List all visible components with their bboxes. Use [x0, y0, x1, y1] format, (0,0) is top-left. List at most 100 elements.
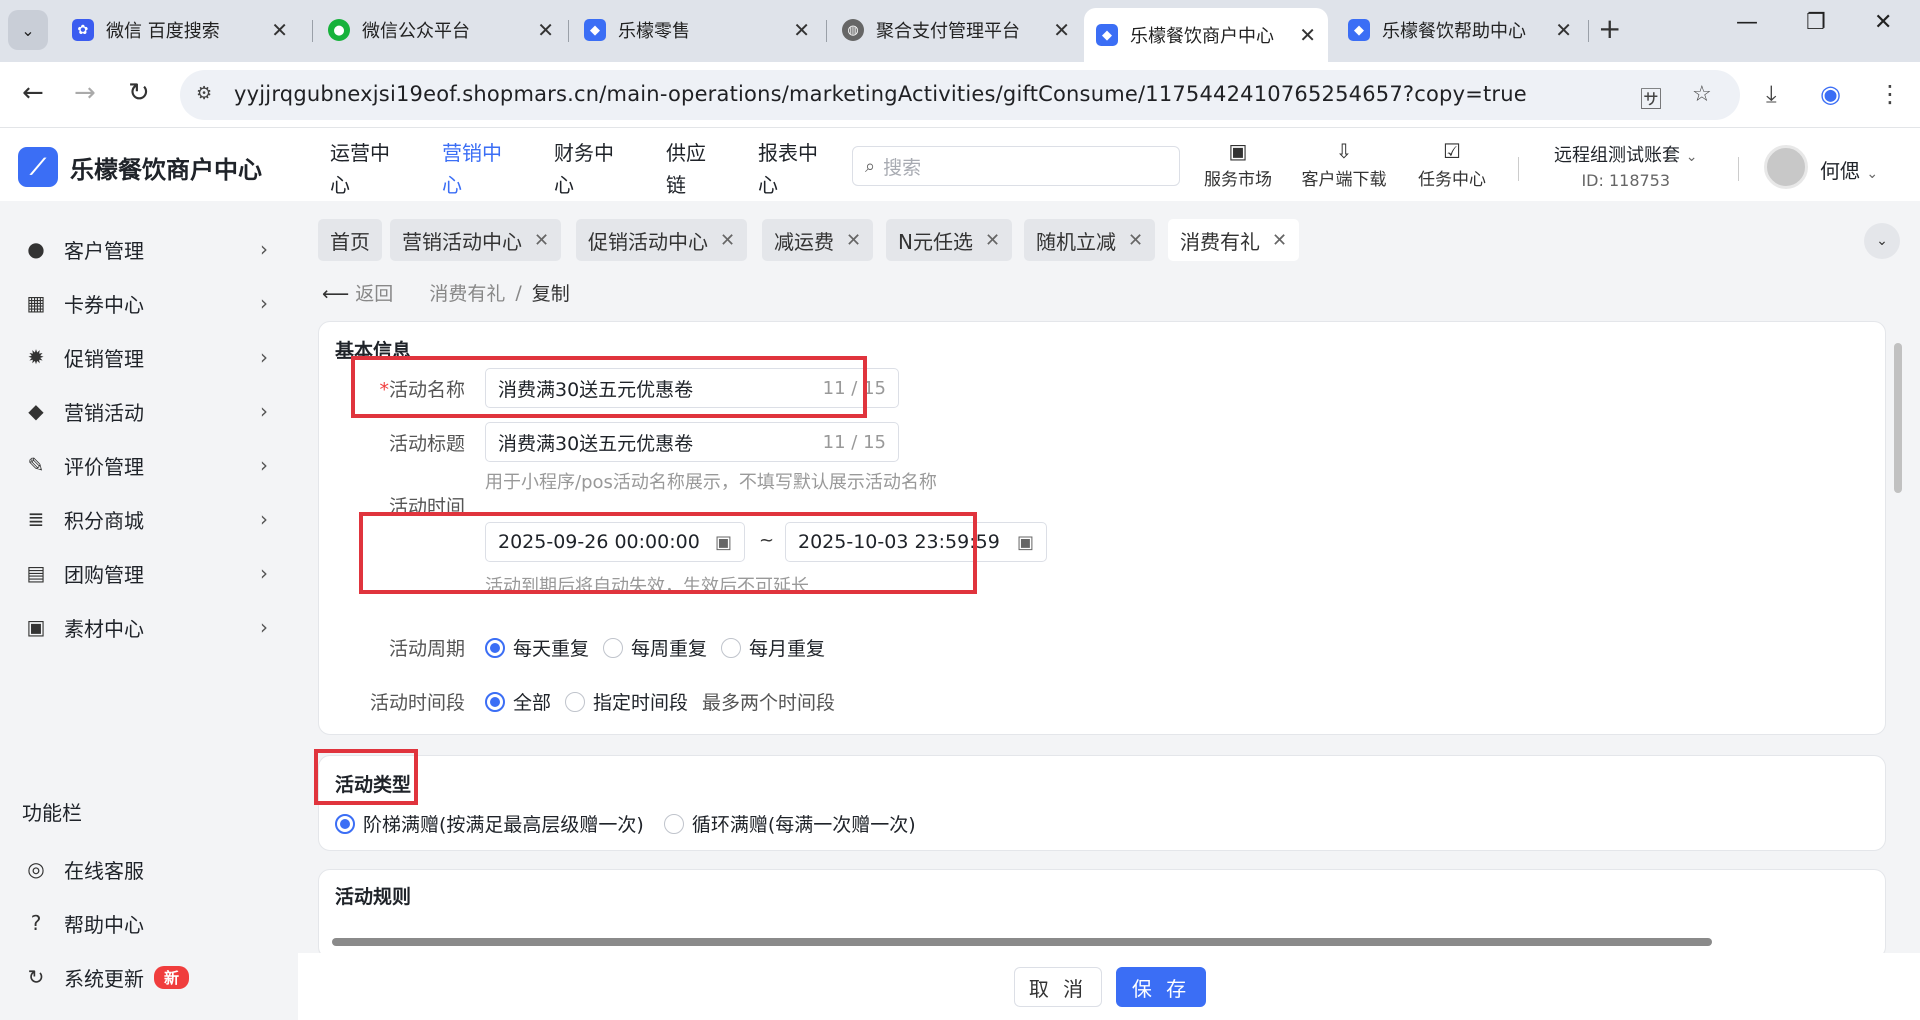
- browser-tab-strip: ⌄ ✿ 微信 百度搜索 ✕ ● 微信公众平台 ✕ ◆ 乐檬零售 ✕ ◍ 聚合支付…: [0, 0, 1920, 62]
- client-download-button[interactable]: ⇩ 客户端下载: [1296, 139, 1392, 190]
- back-icon[interactable]: ←: [22, 78, 44, 108]
- horizontal-scrollbar[interactable]: [318, 935, 1890, 949]
- browser-tab[interactable]: ● 微信公众平台 ✕: [316, 10, 566, 50]
- tabs-dropdown-icon[interactable]: ⌄: [1864, 223, 1900, 259]
- user-menu[interactable]: 何偲 ⌄: [1820, 155, 1878, 184]
- browser-tab[interactable]: ◆ 乐檬餐饮帮助中心 ✕: [1336, 10, 1584, 50]
- browser-tab[interactable]: ✿ 微信 百度搜索 ✕: [60, 10, 300, 50]
- sidebar-item-help[interactable]: ? 帮助中心: [0, 901, 298, 945]
- close-icon[interactable]: ✕: [846, 230, 861, 251]
- menu-dots-icon[interactable]: ⋮: [1878, 80, 1902, 108]
- help-icon: ?: [30, 911, 42, 935]
- chevron-right-icon: ›: [260, 237, 268, 261]
- function-bar-label: 功能栏: [22, 801, 82, 825]
- address-bar[interactable]: ⚙ yyjjrqgubnexjsi19eof.shopmars.cn/main-…: [180, 70, 1740, 120]
- close-icon[interactable]: ✕: [1128, 230, 1143, 251]
- sidebar-item-promotion[interactable]: ✹ 促销管理 ›: [0, 335, 298, 379]
- nav-finance[interactable]: 财务中心: [554, 137, 626, 201]
- page-tab[interactable]: N元任选 ✕: [886, 219, 1013, 261]
- page-tab[interactable]: 减运费 ✕: [762, 219, 874, 261]
- refresh-icon: ↻: [27, 965, 45, 989]
- restore-icon[interactable]: ❐: [1806, 10, 1826, 35]
- radio-icon: [721, 637, 742, 658]
- sidebar: ● 客户管理 › ▦ 卡券中心 › ✹ 促销管理 › ◆ 营销活动 › ✎ 评价管理 › …: [0, 201, 298, 1020]
- cancel-button[interactable]: 取 消: [1014, 967, 1102, 1007]
- service-market-button[interactable]: ▣ 服务市场: [1198, 139, 1278, 190]
- close-icon[interactable]: ✕: [1299, 23, 1316, 47]
- breadcrumb: ⟵ 返回 消费有礼 / 复制: [322, 279, 570, 306]
- site-info-icon[interactable]: ⚙: [196, 83, 220, 107]
- sidebar-item-system-update[interactable]: ↻ 系统更新 新: [0, 955, 298, 999]
- save-button[interactable]: 保 存: [1116, 967, 1206, 1007]
- radio-monthly[interactable]: 每月重复: [721, 634, 825, 661]
- page-tab-active[interactable]: 消费有礼 ✕: [1168, 219, 1300, 261]
- char-counter: 11 / 15: [822, 431, 886, 453]
- radio-all[interactable]: 全部: [485, 688, 551, 715]
- close-window-icon[interactable]: ✕: [1874, 10, 1892, 35]
- profile-icon[interactable]: ◉: [1820, 80, 1841, 108]
- close-icon[interactable]: ✕: [537, 18, 554, 42]
- app-logo[interactable]: ⟋ 乐檬餐饮商户中心: [18, 147, 262, 187]
- avatar[interactable]: [1764, 145, 1808, 189]
- chevron-right-icon: ›: [260, 561, 268, 585]
- browser-tab[interactable]: ◍ 聚合支付管理平台 ✕: [830, 10, 1082, 50]
- nav-operations[interactable]: 运营中心: [330, 137, 402, 201]
- search-input[interactable]: ⌕ 搜索: [852, 146, 1180, 186]
- radio-ladder-gift[interactable]: 阶梯满赠(按满足最高层级赠一次): [335, 810, 644, 837]
- browser-tab[interactable]: ◆ 乐檬零售 ✕: [572, 10, 822, 50]
- radio-icon: [603, 637, 624, 658]
- activity-title-input[interactable]: 消费满30送五元优惠卷 11 / 15: [485, 422, 899, 462]
- page-tab[interactable]: 营销活动中心 ✕: [390, 219, 562, 261]
- page-tab[interactable]: 促销活动中心 ✕: [576, 219, 748, 261]
- edit-icon: ✎: [27, 453, 45, 477]
- nav-supply-chain[interactable]: 供应链: [666, 137, 714, 201]
- close-icon[interactable]: ✕: [1272, 230, 1287, 251]
- close-icon[interactable]: ✕: [720, 230, 735, 251]
- vertical-scrollbar[interactable]: [1890, 319, 1904, 939]
- sidebar-item-group-buy[interactable]: ▤ 团购管理 ›: [0, 551, 298, 595]
- nav-marketing[interactable]: 营销中心: [442, 137, 514, 201]
- highlight-box: [314, 749, 418, 805]
- new-tab-icon[interactable]: +: [1598, 12, 1621, 45]
- sidebar-item-reviews[interactable]: ✎ 评价管理 ›: [0, 443, 298, 487]
- forward-icon[interactable]: →: [74, 78, 96, 108]
- chevron-right-icon: ›: [260, 453, 268, 477]
- task-center-button[interactable]: ☑ 任务中心: [1412, 139, 1492, 190]
- globe-icon: ◍: [842, 19, 864, 41]
- url-text[interactable]: yyjjrqgubnexjsi19eof.shopmars.cn/main-op…: [234, 82, 1527, 106]
- close-icon[interactable]: ✕: [793, 18, 810, 42]
- radio-weekly[interactable]: 每周重复: [603, 634, 707, 661]
- close-icon[interactable]: ✕: [1555, 18, 1572, 42]
- sidebar-item-customer[interactable]: ● 客户管理 ›: [0, 227, 298, 271]
- close-icon[interactable]: ✕: [985, 230, 1000, 251]
- breadcrumb-parent[interactable]: 消费有礼: [429, 279, 505, 306]
- radio-loop-gift[interactable]: 循环满赠(每满一次赠一次): [663, 810, 916, 837]
- arrow-left-icon: ⟵: [322, 283, 350, 305]
- logo-mark-icon: ⟋: [18, 147, 58, 187]
- page-tab-home[interactable]: 首页: [318, 219, 382, 261]
- radio-specified-period[interactable]: 指定时间段: [565, 688, 688, 715]
- radio-icon: [335, 813, 355, 834]
- bookmark-star-icon[interactable]: ☆: [1692, 82, 1712, 107]
- reload-icon[interactable]: ↻: [128, 78, 150, 108]
- page-tab[interactable]: 随机立减 ✕: [1024, 219, 1156, 261]
- close-icon[interactable]: ✕: [534, 230, 549, 251]
- sidebar-item-marketing[interactable]: ◆ 营销活动 ›: [0, 389, 298, 433]
- close-icon[interactable]: ✕: [1053, 18, 1070, 42]
- chevron-right-icon: ›: [260, 291, 268, 315]
- sidebar-item-online-service[interactable]: ◎ 在线客服: [0, 847, 298, 891]
- sidebar-item-points-mall[interactable]: ≣ 积分商城 ›: [0, 497, 298, 541]
- sidebar-item-materials[interactable]: ▣ 素材中心 ›: [0, 605, 298, 649]
- tab-search-button[interactable]: ⌄: [8, 10, 48, 50]
- sidebar-item-coupons[interactable]: ▦ 卡券中心 ›: [0, 281, 298, 325]
- close-icon[interactable]: ✕: [271, 18, 288, 42]
- translate-icon[interactable]: 🈂: [1640, 82, 1662, 114]
- discount-icon: ✹: [27, 345, 45, 369]
- radio-daily[interactable]: 每天重复: [485, 634, 589, 661]
- browser-tab-active[interactable]: ◆ 乐檬餐饮商户中心 ✕: [1084, 8, 1328, 62]
- nav-reports[interactable]: 报表中心: [758, 137, 830, 201]
- account-switcher[interactable]: 远程组测试账套 ⌄ ID: 118753: [1554, 141, 1697, 190]
- download-icon[interactable]: ⤓: [1766, 80, 1777, 108]
- back-link[interactable]: ⟵ 返回: [322, 279, 393, 306]
- minimize-icon[interactable]: —: [1736, 10, 1758, 35]
